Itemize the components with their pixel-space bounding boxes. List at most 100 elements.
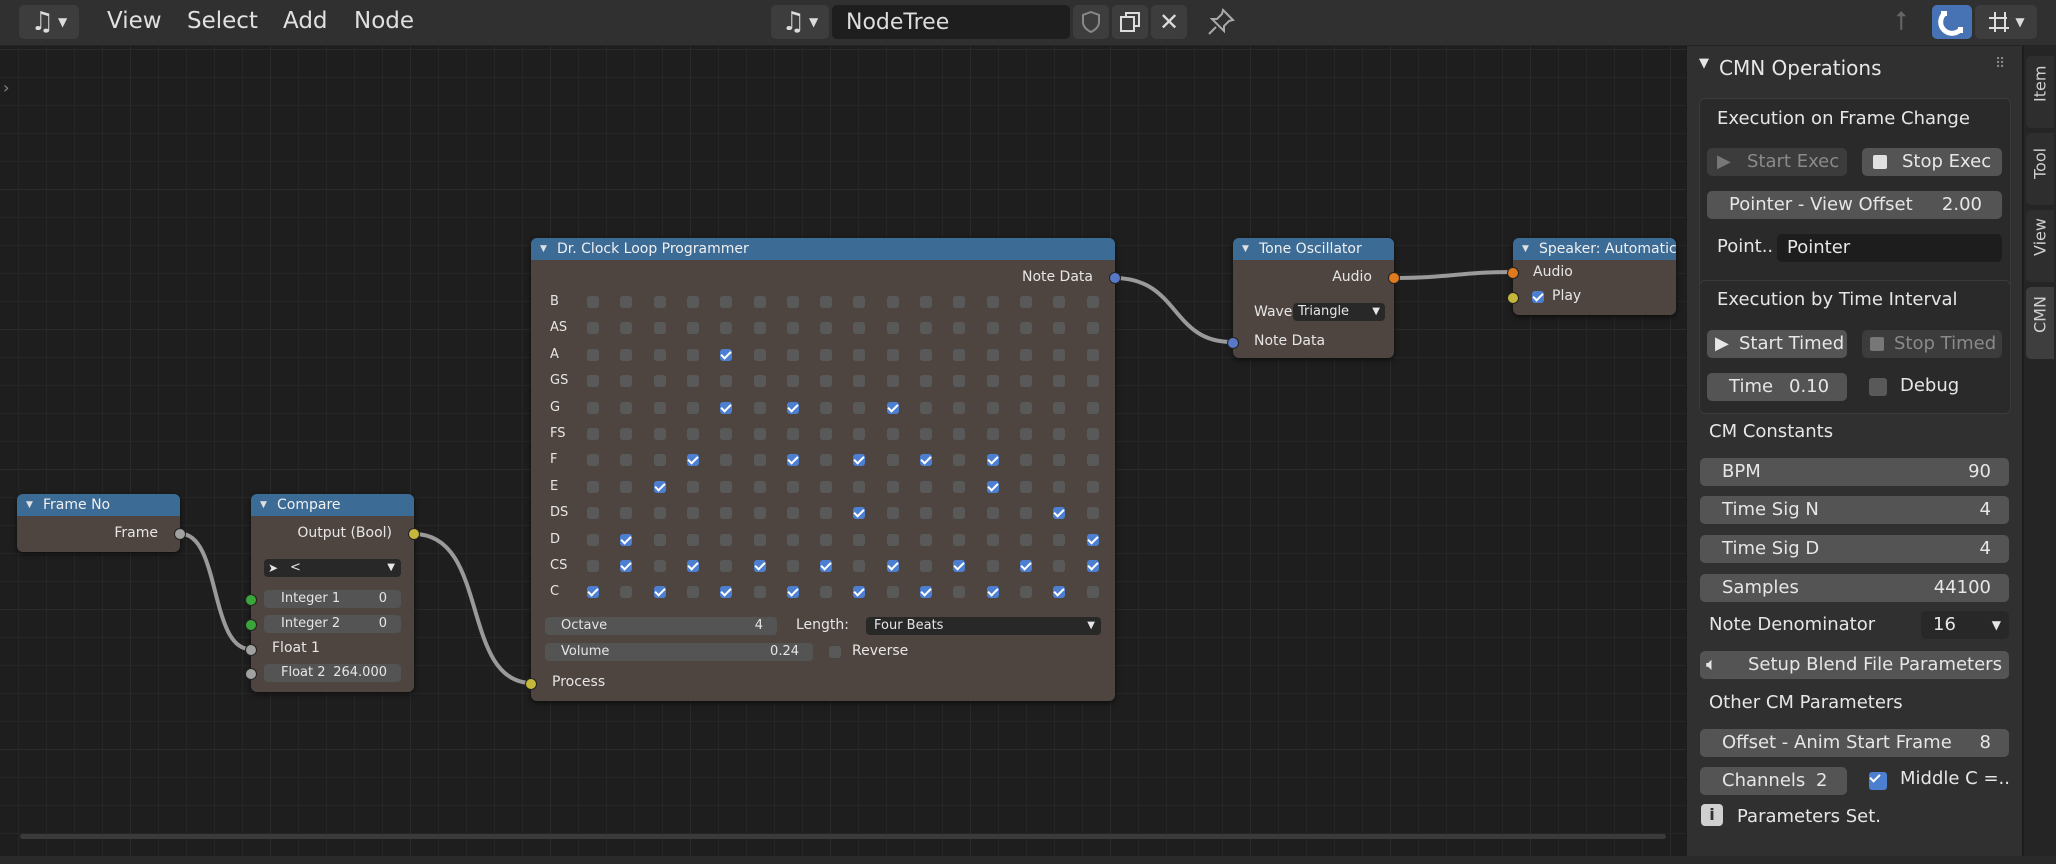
note-step-checkbox[interactable] <box>587 322 599 335</box>
operator-dropdown[interactable]: ➤ < ▼ <box>264 559 401 577</box>
note-step-checkbox[interactable] <box>1086 428 1099 440</box>
note-step-checkbox[interactable] <box>1019 533 1032 546</box>
note-step-checkbox[interactable] <box>620 560 633 572</box>
bpm-field[interactable]: BPM 90 <box>1700 458 2009 486</box>
note-step-checkbox[interactable] <box>786 507 799 520</box>
note-step-checkbox[interactable] <box>753 507 766 520</box>
float2-field[interactable]: Float 2 264.000 <box>264 664 401 682</box>
stop-exec-button[interactable]: Stop Exec <box>1862 148 2002 176</box>
note-step-checkbox[interactable] <box>820 428 833 440</box>
start-exec-button[interactable]: ▶ Start Exec <box>1707 148 1847 176</box>
note-step-checkbox[interactable] <box>1019 586 1032 599</box>
note-step-checkbox[interactable] <box>920 375 932 388</box>
note-step-checkbox[interactable] <box>820 348 833 361</box>
note-step-checkbox[interactable] <box>620 375 633 388</box>
stop-timed-button[interactable]: Stop Timed <box>1862 330 2002 358</box>
note-step-checkbox[interactable] <box>953 348 966 361</box>
note-data-input-socket[interactable] <box>1227 337 1239 349</box>
note-step-checkbox[interactable] <box>1053 348 1066 361</box>
note-step-checkbox[interactable] <box>920 586 932 599</box>
note-step-checkbox[interactable] <box>853 533 866 546</box>
note-step-checkbox[interactable] <box>953 296 966 308</box>
note-step-checkbox[interactable] <box>853 401 866 414</box>
note-step-checkbox[interactable] <box>920 296 932 308</box>
note-step-checkbox[interactable] <box>853 322 866 335</box>
note-step-checkbox[interactable] <box>686 586 699 599</box>
note-step-checkbox[interactable] <box>920 507 932 520</box>
note-step-checkbox[interactable] <box>986 454 999 467</box>
note-step-checkbox[interactable] <box>1086 480 1099 493</box>
note-step-checkbox[interactable] <box>953 428 966 440</box>
note-step-checkbox[interactable] <box>920 533 932 546</box>
note-step-checkbox[interactable] <box>986 375 999 388</box>
octave-field[interactable]: Octave 4 <box>545 617 777 635</box>
note-step-checkbox[interactable] <box>986 348 999 361</box>
note-step-checkbox[interactable] <box>786 560 799 572</box>
note-step-checkbox[interactable] <box>753 533 766 546</box>
middle-c-checkbox[interactable] <box>1869 772 1887 790</box>
note-step-checkbox[interactable] <box>786 454 799 467</box>
note-step-checkbox[interactable] <box>786 428 799 440</box>
note-step-checkbox[interactable] <box>786 480 799 493</box>
view-offset-field[interactable]: Pointer - View Offset 2.00 <box>1707 191 2002 219</box>
note-step-checkbox[interactable] <box>587 348 599 361</box>
note-step-checkbox[interactable] <box>986 560 999 572</box>
play-checkbox[interactable] <box>1532 291 1544 303</box>
note-step-checkbox[interactable] <box>1019 401 1032 414</box>
note-step-checkbox[interactable] <box>986 507 999 520</box>
setup-blend-button[interactable]: 🔈︎ Setup Blend File Parameters <box>1700 651 2009 679</box>
note-step-checkbox[interactable] <box>686 454 699 467</box>
note-step-checkbox[interactable] <box>886 401 899 414</box>
note-step-checkbox[interactable] <box>820 454 833 467</box>
note-step-checkbox[interactable] <box>686 507 699 520</box>
note-step-checkbox[interactable] <box>853 586 866 599</box>
drag-handle-icon[interactable]: ⠿ <box>1995 56 2005 72</box>
note-step-checkbox[interactable] <box>786 401 799 414</box>
note-step-checkbox[interactable] <box>1086 296 1099 308</box>
note-step-checkbox[interactable] <box>653 507 666 520</box>
note-step-checkbox[interactable] <box>986 428 999 440</box>
channels-field[interactable]: Channels 2 <box>1700 767 1847 795</box>
note-step-checkbox[interactable] <box>986 480 999 493</box>
note-step-checkbox[interactable] <box>853 480 866 493</box>
note-step-checkbox[interactable] <box>686 375 699 388</box>
note-step-checkbox[interactable] <box>753 375 766 388</box>
note-step-checkbox[interactable] <box>820 375 833 388</box>
note-step-checkbox[interactable] <box>820 480 833 493</box>
note-step-checkbox[interactable] <box>587 296 599 308</box>
note-step-checkbox[interactable] <box>820 507 833 520</box>
samples-field[interactable]: Samples 44100 <box>1700 574 2009 602</box>
note-step-checkbox[interactable] <box>686 533 699 546</box>
note-step-checkbox[interactable] <box>620 428 633 440</box>
note-step-checkbox[interactable] <box>786 348 799 361</box>
note-step-checkbox[interactable] <box>853 348 866 361</box>
note-step-checkbox[interactable] <box>820 533 833 546</box>
note-step-checkbox[interactable] <box>686 428 699 440</box>
note-step-checkbox[interactable] <box>886 296 899 308</box>
note-step-checkbox[interactable] <box>620 401 633 414</box>
note-step-checkbox[interactable] <box>1086 375 1099 388</box>
note-step-checkbox[interactable] <box>886 533 899 546</box>
note-step-checkbox[interactable] <box>653 296 666 308</box>
volume-field[interactable]: Volume 0.24 <box>545 643 813 661</box>
note-step-checkbox[interactable] <box>653 401 666 414</box>
note-step-checkbox[interactable] <box>720 480 733 493</box>
note-step-checkbox[interactable] <box>1086 586 1099 599</box>
play-socket[interactable] <box>1507 292 1519 304</box>
integer2-field[interactable]: Integer 2 0 <box>264 615 401 633</box>
note-step-checkbox[interactable] <box>986 586 999 599</box>
note-step-checkbox[interactable] <box>886 586 899 599</box>
note-step-checkbox[interactable] <box>886 428 899 440</box>
note-step-checkbox[interactable] <box>753 480 766 493</box>
note-step-checkbox[interactable] <box>720 507 733 520</box>
tab-item[interactable]: Item <box>2026 56 2054 128</box>
note-step-checkbox[interactable] <box>753 322 766 335</box>
tab-cmn[interactable]: CMN <box>2026 287 2054 359</box>
note-step-checkbox[interactable] <box>886 560 899 572</box>
node-title[interactable]: Tone Oscillator <box>1233 238 1394 260</box>
note-step-checkbox[interactable] <box>953 586 966 599</box>
note-step-checkbox[interactable] <box>786 322 799 335</box>
note-step-checkbox[interactable] <box>1053 375 1066 388</box>
note-step-checkbox[interactable] <box>720 533 733 546</box>
canvas-scrollbar[interactable] <box>20 834 1666 839</box>
